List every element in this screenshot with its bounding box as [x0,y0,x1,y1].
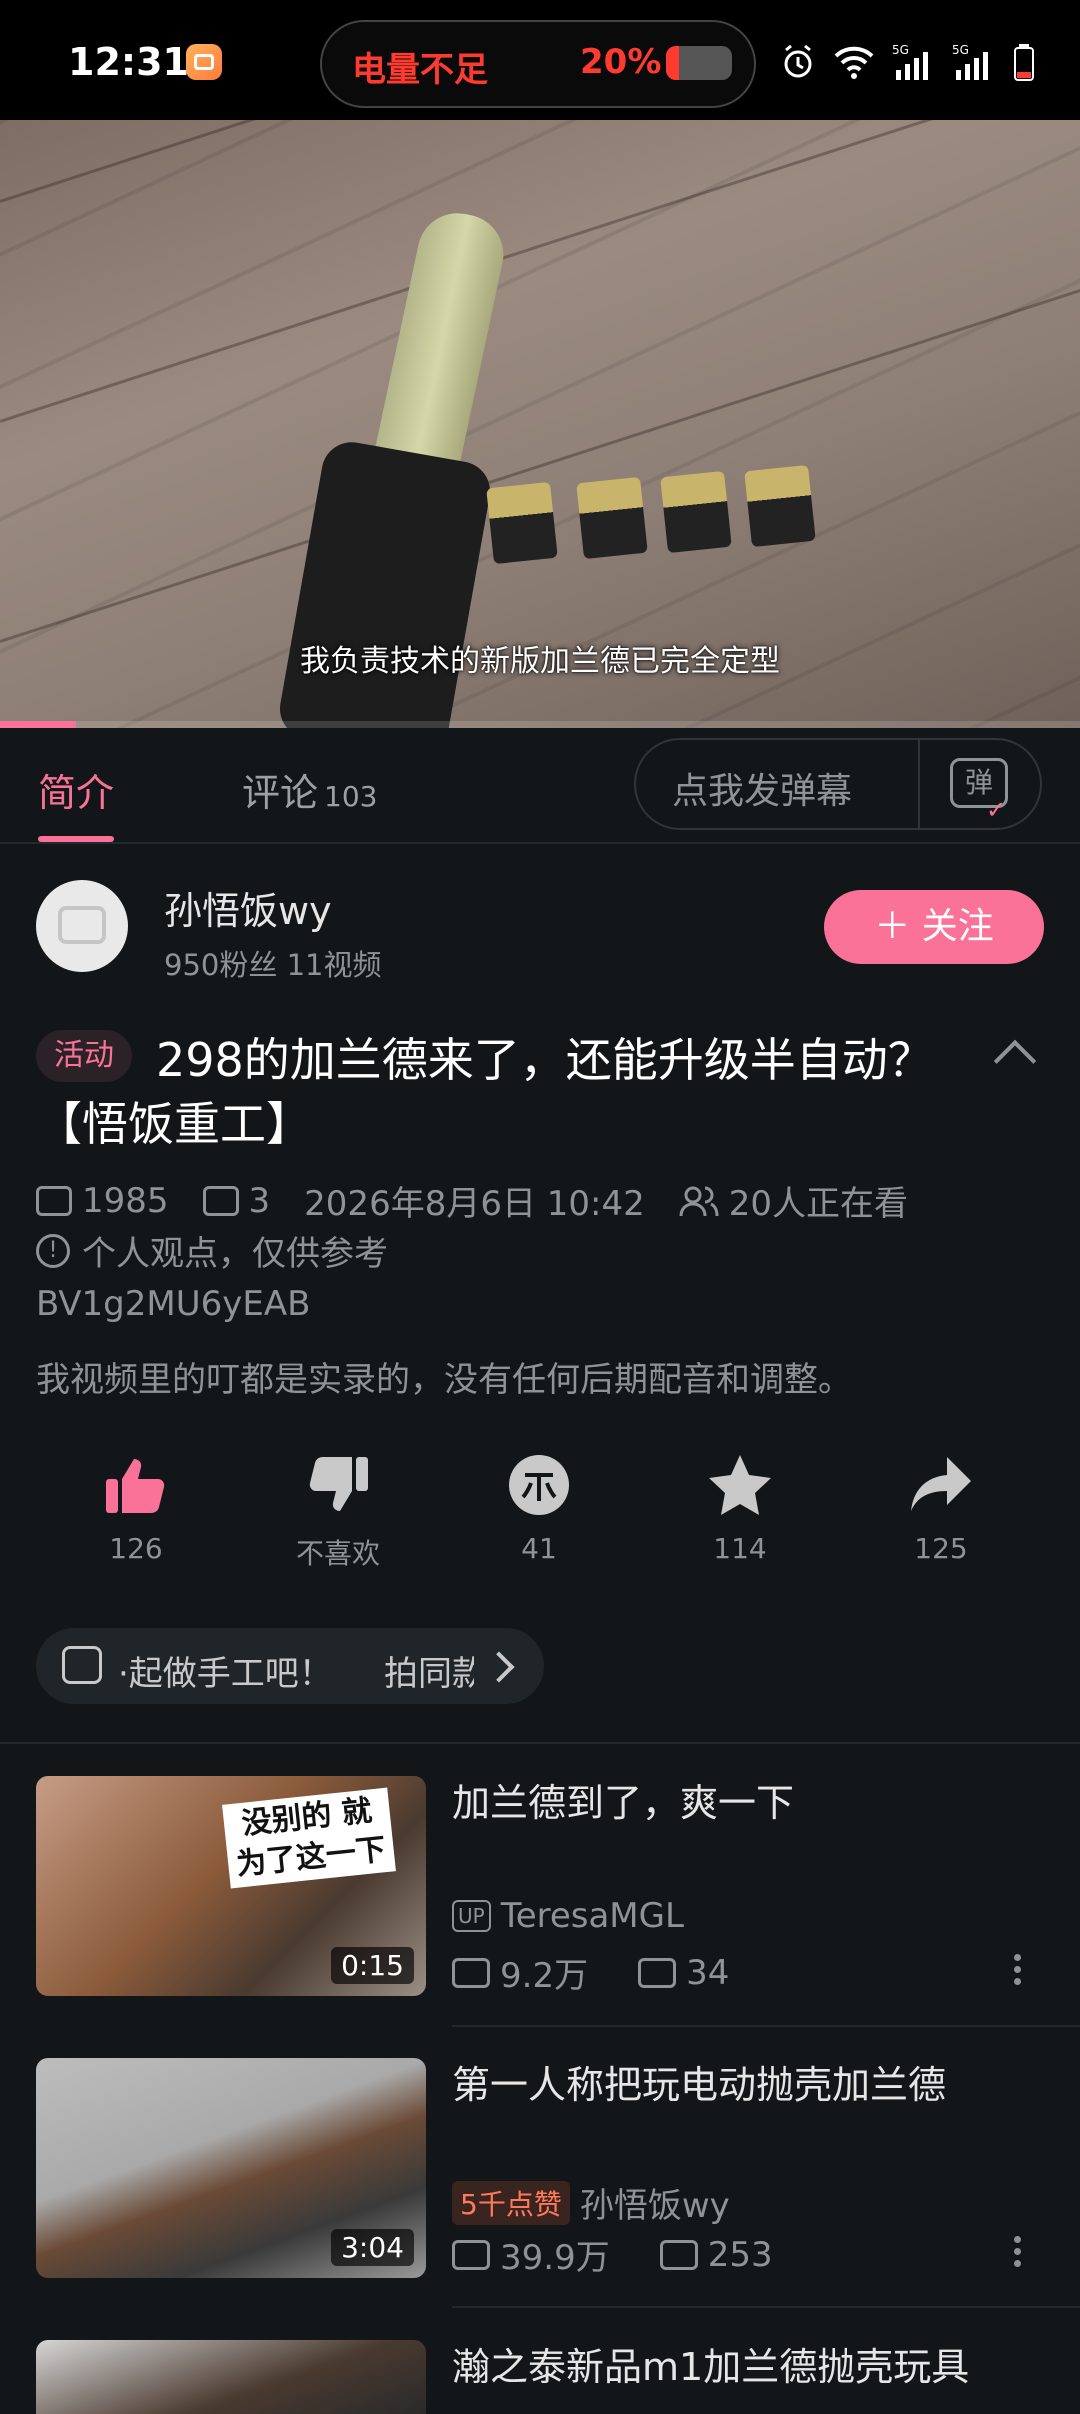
rifle-stock-image [275,437,495,728]
danmaku-count-icon [659,2239,698,2270]
system-icons: 5G 5G [780,40,1036,84]
event-tag[interactable]: 活动 [36,1030,132,1082]
app-notification-icon [186,44,222,80]
svg-text:5G: 5G [952,43,969,57]
video-progress-bar[interactable] [0,721,1080,728]
play-count: 1985 [82,1180,169,1221]
divider [0,1742,1080,1744]
check-icon: ✓ [986,796,1007,824]
likes-badge: 5千点赞 [452,2180,570,2225]
share-icon [911,1457,971,1511]
svg-text:5G: 5G [892,43,909,57]
bvid[interactable]: BV1g2MU6yEAB [36,1284,310,1324]
clip-image [744,464,816,548]
rec-title[interactable]: 瀚之泰新品m1加兰德抛壳玩具 [452,2342,1052,2392]
clock: 12:31 [68,40,189,84]
rec-plays: 39.9万 [500,2238,610,2278]
video-subtitle: 我负责技术的新版加兰德已完全定型 [300,644,780,679]
tab-comments-label: 评论 [242,771,319,815]
people-icon [679,1186,719,1216]
danmaku-count-icon [202,1185,239,1216]
watching-count: 20人正在看 [728,1184,909,1224]
clip-image [660,470,732,554]
more-options-icon[interactable] [1014,2236,1022,2272]
rec-uploader-name: 孙悟饭wy [579,2186,730,2226]
dislike-button[interactable]: 不喜欢 [263,1450,413,1572]
wifi-icon [834,46,874,79]
follow-button[interactable]: ＋ 关注 [824,890,1044,964]
like-button[interactable]: 126 [61,1450,211,1565]
video-meta: 1985 3 2026年8月6日 10:42 20人正在看 [36,1176,908,1225]
thumbnail-caption: 没别的 就为了这一下 [222,1787,396,1889]
rec-plays: 9.2万 [500,1956,589,1996]
rec-uploader-name: TeresaMGL [500,1896,684,1936]
divider [918,738,920,830]
coin-icon [509,1455,569,1515]
coin-count: 41 [521,1532,557,1565]
battery-percent: 20% [580,42,662,82]
share-count: 125 [914,1532,968,1565]
video-topic-icon [62,1646,102,1684]
clip-image [486,481,558,565]
video-duration: 3:04 [331,2229,414,2266]
coin-button[interactable]: 41 [464,1450,614,1565]
clip-image [576,476,648,560]
rec-thumbnail[interactable]: 没别的 就为了这一下 0:15 [36,1776,426,1996]
divider [452,2025,1080,2027]
more-options-icon[interactable] [1014,1954,1022,1990]
danmaku-placeholder[interactable]: 点我发弹幕 [672,762,852,814]
rec-title[interactable]: 加兰德到了，爽一下 [452,1778,1052,1828]
uploader-stats: 950粉丝 11视频 [164,948,382,982]
5g-signal-icon: 5G [952,43,988,80]
rec-thumbnail[interactable] [36,2340,426,2414]
divider [0,842,1080,844]
up-badge-icon: UP [452,1900,491,1932]
play-count-icon [36,1185,72,1216]
favorite-count: 114 [713,1532,767,1565]
rec-danmaku: 34 [686,1952,730,1993]
tab-comments[interactable]: 评论 103 [242,762,377,817]
disclaimer: ! 个人观点，仅供参考 [36,1226,388,1275]
tab-intro[interactable]: 简介 [38,762,114,817]
video-description: 我视频里的叮都是实录的，没有任何后期配音和调整。 [36,1360,852,1400]
star-icon [709,1455,771,1515]
like-count: 126 [109,1532,163,1565]
battery-warning-text: 电量不足 [352,50,488,90]
rec-title[interactable]: 第一人称把玩电动抛壳加兰德 [452,2060,1052,2110]
share-button[interactable]: 125 [866,1450,1016,1565]
alarm-icon [784,44,812,78]
battery-icon [1014,44,1034,81]
5g-signal-icon: 5G [892,43,928,80]
dislike-label: 不喜欢 [295,1537,380,1570]
info-icon: ! [36,1233,70,1268]
play-count-icon [452,1957,490,1988]
tv-face-icon [58,906,106,944]
rec-thumbnail[interactable]: 3:04 [36,2058,426,2278]
rec-uploader[interactable]: 5千点赞 孙悟饭wy [452,2178,730,2227]
video-duration: 0:15 [331,1947,414,1984]
uploader-name[interactable]: 孙悟饭wy [164,880,332,935]
rec-uploader[interactable]: UP TeresaMGL [452,1896,684,1936]
divider [452,2306,1080,2308]
rec-stats: 9.2万 34 [452,1948,729,1997]
favorite-button[interactable]: 114 [665,1450,815,1565]
danmaku-count: 3 [248,1180,271,1221]
topic-text[interactable]: ·起做手工吧！ [118,1646,333,1695]
comments-count: 103 [324,780,378,813]
danmaku-count-icon [638,1957,677,1988]
thumbs-up-icon [106,1459,165,1513]
chevron-up-icon[interactable] [993,1039,1037,1083]
disclaimer-text: 个人观点，仅供参考 [82,1234,388,1274]
publish-date: 2026年8月6日 10:42 [304,1184,645,1224]
rec-danmaku: 253 [707,2234,773,2275]
thumbs-down-icon [309,1457,368,1511]
topic-same-style[interactable]: 拍同款 [384,1646,474,1695]
play-count-icon [452,2239,490,2270]
video-title: 298的加兰德来了，还能升级半自动？【悟饭重工】 [36,1033,934,1151]
battery-icon [666,46,732,80]
rec-stats: 39.9万 253 [452,2230,773,2279]
